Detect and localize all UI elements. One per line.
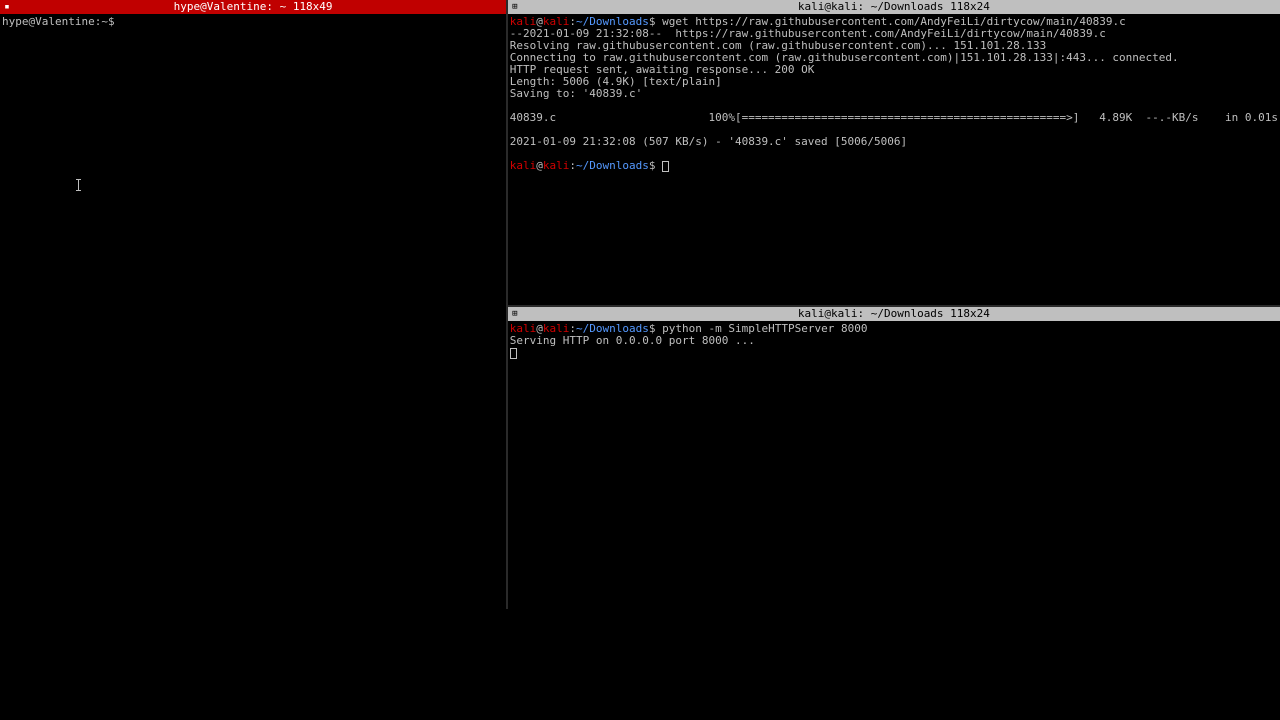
prompt-at: @ xyxy=(536,159,543,172)
prompt-host: kali xyxy=(543,159,570,172)
output-line: Saving to: '40839.c' xyxy=(510,87,642,100)
right-column: ⊞ kali@kali: ~/Downloads 118x24 kali@kal… xyxy=(508,0,1280,609)
terminal-multiplexer: ▪ hype@Valentine: ~ 118x49 hype@Valentin… xyxy=(0,0,1280,609)
output-line: 2021-01-09 21:32:08 (507 KB/s) - '40839.… xyxy=(510,135,907,148)
left-prompt: hype@Valentine:~$ xyxy=(2,15,115,28)
output-line: 40839.c 100%[===========================… xyxy=(510,111,1278,124)
right-bottom-terminal-pane[interactable]: ⊞ kali@kali: ~/Downloads 118x24 kali@kal… xyxy=(508,307,1280,609)
right-top-terminal-pane[interactable]: ⊞ kali@kali: ~/Downloads 118x24 kali@kal… xyxy=(508,0,1280,305)
cursor-block xyxy=(510,348,517,359)
left-titlebar: ▪ hype@Valentine: ~ 118x49 xyxy=(0,0,506,14)
prompt-user: kali xyxy=(510,159,537,172)
cursor-block xyxy=(662,161,669,172)
prompt-dollar: $ xyxy=(649,159,656,172)
left-terminal-pane[interactable]: ▪ hype@Valentine: ~ 118x49 hype@Valentin… xyxy=(0,0,506,609)
right-top-titlebar: ⊞ kali@kali: ~/Downloads 118x24 xyxy=(508,0,1280,14)
right-bottom-terminal-body[interactable]: kali@kali:~/Downloads$ python -m SimpleH… xyxy=(508,321,1280,609)
split-icon[interactable]: ⊞ xyxy=(510,309,520,319)
window-icons: ▪ xyxy=(2,2,12,12)
left-terminal-body[interactable]: hype@Valentine:~$ xyxy=(0,14,506,609)
right-bottom-title-text: kali@kali: ~/Downloads 118x24 xyxy=(798,308,990,320)
text-cursor xyxy=(78,179,79,191)
right-top-title-text: kali@kali: ~/Downloads 118x24 xyxy=(798,1,990,13)
menu-icon[interactable]: ▪ xyxy=(2,2,12,12)
window-icons: ⊞ xyxy=(510,309,520,319)
window-icons: ⊞ xyxy=(510,2,520,12)
right-top-terminal-body[interactable]: kali@kali:~/Downloads$ wget https://raw.… xyxy=(508,14,1280,305)
output-line: Serving HTTP on 0.0.0.0 port 8000 ... xyxy=(510,334,755,347)
split-icon[interactable]: ⊞ xyxy=(510,2,520,12)
left-title-text: hype@Valentine: ~ 118x49 xyxy=(174,1,333,13)
prompt-path: ~/Downloads xyxy=(576,159,649,172)
right-bottom-titlebar: ⊞ kali@kali: ~/Downloads 118x24 xyxy=(508,307,1280,321)
